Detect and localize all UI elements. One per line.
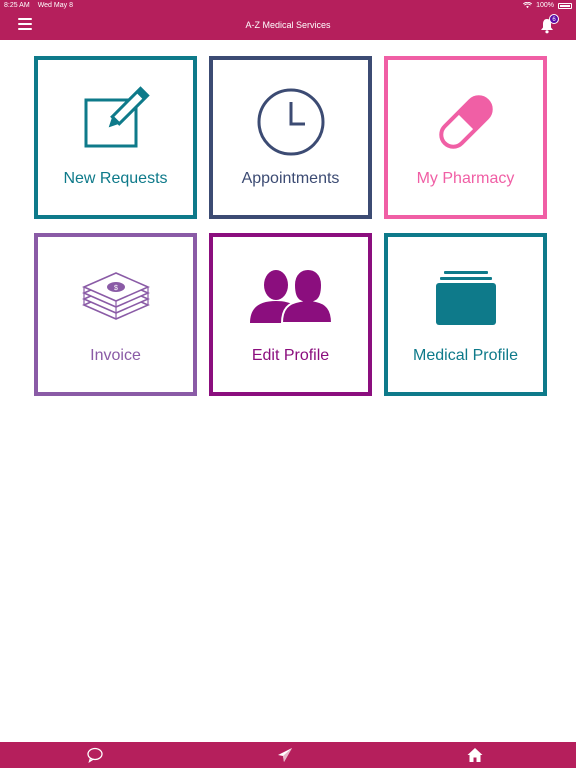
send-tab[interactable]	[276, 746, 294, 764]
home-icon	[467, 748, 483, 762]
wifi-icon	[523, 2, 533, 9]
tile-label: Appointments	[241, 170, 340, 187]
notification-badge: 6	[549, 14, 559, 24]
users-icon	[213, 263, 368, 335]
status-bar: 8:25 AM Wed May 8 100%	[0, 0, 576, 11]
status-right: 100%	[523, 2, 572, 9]
folder-stack-icon	[388, 263, 543, 335]
tile-label: Edit Profile	[251, 347, 330, 364]
chat-bubble-icon	[87, 747, 103, 763]
new-requests-tile[interactable]: New Requests	[34, 56, 197, 219]
chat-tab[interactable]	[86, 746, 104, 764]
pill-capsule-icon	[388, 86, 543, 158]
tile-label: My Pharmacy	[416, 170, 515, 187]
home-tab[interactable]	[466, 746, 484, 764]
svg-text:$: $	[114, 285, 118, 292]
bottom-tab-bar	[0, 742, 576, 768]
paper-plane-icon	[278, 748, 292, 762]
status-date: Wed May 8	[37, 2, 73, 9]
medical-profile-tile[interactable]: Medical Profile	[384, 233, 547, 396]
invoice-tile[interactable]: $ Invoice	[34, 233, 197, 396]
status-time: 8:25 AM	[4, 2, 30, 9]
tile-label: New Requests	[63, 170, 168, 187]
notifications-button[interactable]: 6	[540, 14, 559, 34]
my-pharmacy-tile[interactable]: My Pharmacy	[384, 56, 547, 219]
tile-label: Invoice	[90, 347, 141, 364]
tile-label: Medical Profile	[413, 347, 518, 364]
appointments-tile[interactable]: Appointments	[209, 56, 372, 219]
battery-percent: 100%	[536, 2, 554, 9]
clock-icon	[213, 86, 368, 158]
edit-profile-tile[interactable]: Edit Profile	[209, 233, 372, 396]
battery-icon	[558, 2, 572, 9]
edit-pencil-icon	[38, 86, 193, 158]
page-title: A-Z Medical Services	[245, 20, 331, 30]
money-stack-icon: $	[38, 263, 193, 335]
top-navigation-bar: A-Z Medical Services 6	[0, 11, 576, 40]
